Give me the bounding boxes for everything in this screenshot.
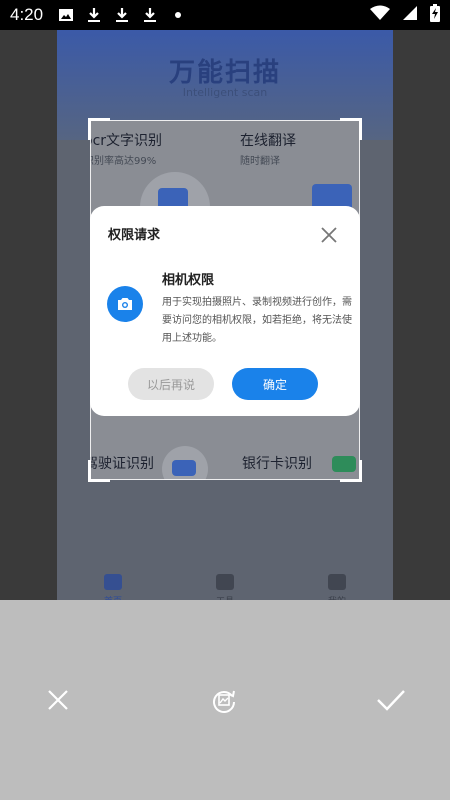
- download-icon: [113, 6, 131, 24]
- camera-icon: [107, 286, 143, 322]
- nav-item-me[interactable]: 我的: [327, 574, 346, 600]
- wifi-icon: [370, 5, 390, 25]
- dialog-title: 权限请求: [108, 228, 161, 243]
- rotate-icon[interactable]: [209, 685, 239, 715]
- home-icon: [103, 574, 122, 590]
- screen: 4:20 万能扫描 Intelligent scan ocr文字识别 识别率高达…: [0, 0, 450, 800]
- image-icon: [57, 6, 75, 24]
- crop-handle-top-left[interactable]: [88, 118, 110, 140]
- nav-item-home[interactable]: 首页: [103, 574, 122, 600]
- app-subtitle: Intelligent scan: [182, 86, 268, 99]
- download-icon: [141, 6, 159, 24]
- toolbox-icon: [215, 574, 234, 590]
- dot-icon: [169, 6, 187, 24]
- later-button[interactable]: 以后再说: [128, 368, 214, 400]
- bottom-nav: 首页 工具 我的: [57, 560, 393, 600]
- permission-description: 用于实现拍摄照片、录制视频进行创作，需要访问您的相机权限，如若拒绝，将无法使用上…: [162, 297, 352, 344]
- download-icon: [85, 6, 103, 24]
- nav-item-tools[interactable]: 工具: [215, 574, 234, 600]
- status-time: 4:20: [10, 5, 44, 24]
- crop-toolbar: [0, 600, 450, 800]
- confirm-button[interactable]: 确定: [232, 368, 318, 400]
- battery-charging-icon: [430, 4, 440, 26]
- close-icon[interactable]: [318, 224, 340, 246]
- signal-icon: [402, 5, 418, 25]
- crop-handle-bottom-left[interactable]: [88, 460, 110, 482]
- cancel-icon[interactable]: [43, 685, 73, 715]
- crop-handle-top-right[interactable]: [340, 118, 362, 140]
- status-right: [370, 4, 440, 26]
- status-bar: 4:20: [0, 0, 450, 30]
- confirm-check-icon[interactable]: [376, 685, 406, 715]
- person-icon: [327, 574, 346, 590]
- app-title: 万能扫描: [168, 58, 281, 88]
- permission-title: 相机权限: [162, 273, 215, 288]
- crop-handle-bottom-right[interactable]: [340, 460, 362, 482]
- permission-dialog: 权限请求 相机权限 用于实现拍摄照片、录制视频进行创作，需要访问您的相机权限，如…: [90, 206, 360, 416]
